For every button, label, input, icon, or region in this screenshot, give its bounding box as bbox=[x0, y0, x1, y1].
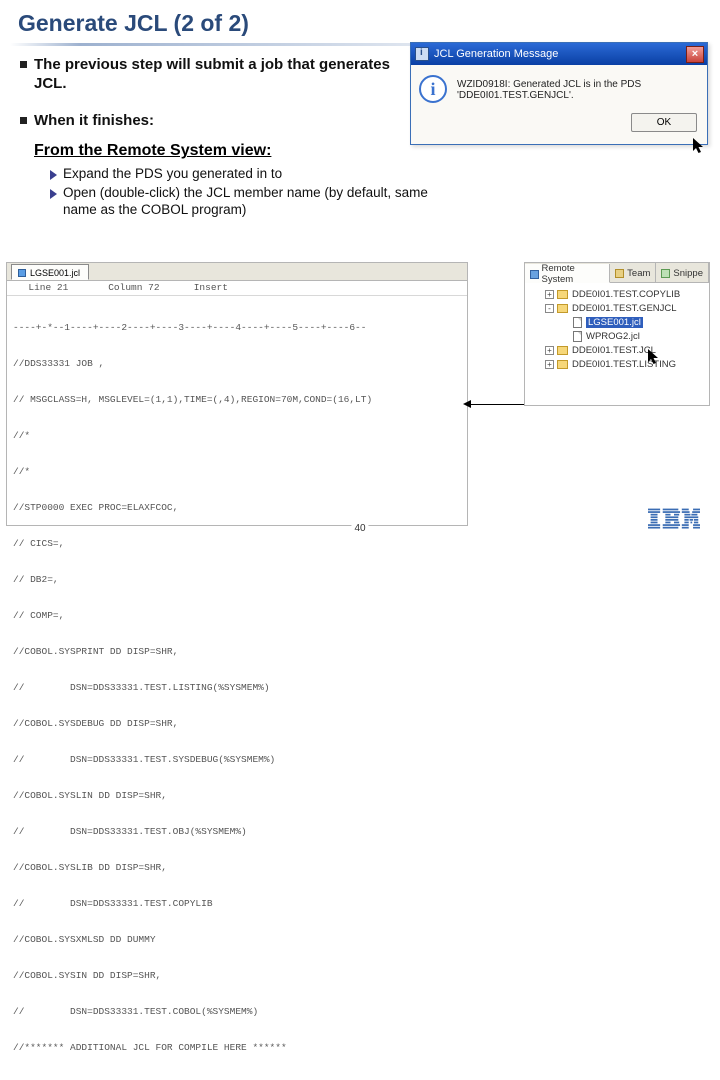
file-icon bbox=[573, 317, 582, 328]
tree-node-label: LGSE001.jcl bbox=[586, 317, 643, 328]
tree-expander[interactable]: - bbox=[545, 304, 554, 313]
tree-expander[interactable]: + bbox=[545, 360, 554, 369]
code-line: //COBOL.SYSLIN DD DISP=SHR, bbox=[13, 790, 461, 802]
code-line: // DSN=DDS33331.TEST.LISTING(%SYSMEM%) bbox=[13, 682, 461, 694]
bullet-square-icon bbox=[20, 61, 27, 68]
editor-status-line: Line 21 Column 72 Insert bbox=[7, 281, 467, 296]
code-line: //STP0000 EXEC PROC=ELAXFCOC, bbox=[13, 502, 461, 514]
editor-tab[interactable]: LGSE001.jcl bbox=[11, 264, 89, 280]
code-line: // DSN=DDS33331.TEST.OBJ(%SYSMEM%) bbox=[13, 826, 461, 838]
page-number: 40 bbox=[351, 523, 368, 534]
code-line: // COMP=, bbox=[13, 610, 461, 622]
editor-tab-label: LGSE001.jcl bbox=[30, 268, 80, 278]
tab-team[interactable]: Team bbox=[610, 263, 656, 282]
tree-expander[interactable]: + bbox=[545, 346, 554, 355]
relation-arrow bbox=[470, 404, 524, 405]
bullet-item: The previous step will submit a job that… bbox=[20, 56, 400, 94]
bullet-text: The previous step will submit a job that… bbox=[34, 56, 400, 94]
tab-remote-systems[interactable]: Remote System bbox=[525, 264, 610, 283]
sub-bullet-text: Open (double-click) the JCL member name … bbox=[63, 185, 430, 219]
dialog-message: WZID0918I: Generated JCL is in the PDS '… bbox=[457, 75, 699, 103]
arrow-bullet-icon bbox=[50, 189, 57, 199]
jcl-editor-panel: LGSE001.jcl Line 21 Column 72 Insert ---… bbox=[6, 262, 468, 526]
tab-label: Remote System bbox=[542, 263, 605, 285]
folder-icon bbox=[557, 360, 568, 369]
slide-title: Generate JCL (2 of 2) bbox=[0, 0, 720, 41]
tree-node[interactable]: LGSE001.jcl bbox=[531, 315, 709, 329]
file-icon bbox=[18, 269, 26, 277]
code-line: // DSN=DDS33331.TEST.SYSDEBUG(%SYSMEM%) bbox=[13, 754, 461, 766]
dialog-body: i WZID0918I: Generated JCL is in the PDS… bbox=[411, 65, 707, 109]
remote-tabbar: Remote System Team Snippe bbox=[525, 263, 709, 283]
dialog-title-icon bbox=[415, 47, 429, 61]
tree-node-label: DDE0I01.TEST.LISTING bbox=[572, 359, 676, 370]
code-line: //COBOL.SYSIN DD DISP=SHR, bbox=[13, 970, 461, 982]
code-line: //COBOL.SYSXMLSD DD DUMMY bbox=[13, 934, 461, 946]
tree-node-label: DDE0I01.TEST.COPYLIB bbox=[572, 289, 680, 300]
folder-icon bbox=[557, 304, 568, 313]
tree-expander[interactable]: + bbox=[545, 290, 554, 299]
arrow-bullet-icon bbox=[50, 170, 57, 180]
dialog-titlebar[interactable]: JCL Generation Message × bbox=[411, 43, 707, 65]
remote-tree[interactable]: + DDE0I01.TEST.COPYLIB - DDE0I01.TEST.GENJC… bbox=[525, 283, 709, 371]
bullet-text: When it finishes: bbox=[34, 112, 154, 131]
editor-ruler: ----+-*--1----+----2----+----3----+----4… bbox=[13, 322, 461, 334]
tab-label: Team bbox=[627, 268, 650, 279]
code-line: //COBOL.SYSDEBUG DD DISP=SHR, bbox=[13, 718, 461, 730]
tab-snippets[interactable]: Snippe bbox=[656, 263, 709, 282]
dialog-title-text: JCL Generation Message bbox=[434, 48, 558, 60]
tree-node-label: WPROG2.jcl bbox=[586, 331, 640, 342]
tree-node[interactable]: + DDE0I01.TEST.COPYLIB bbox=[531, 287, 709, 301]
tree-node-label: DDE0I01.TEST.JCL bbox=[572, 345, 656, 356]
file-icon bbox=[573, 331, 582, 342]
tree-node[interactable]: + DDE0I01.TEST.JCL bbox=[531, 343, 709, 357]
ok-button[interactable]: OK bbox=[631, 113, 697, 132]
code-line: //******* ADDITIONAL JCL FOR COMPILE HER… bbox=[13, 1042, 461, 1054]
sub-bullet-item: Expand the PDS you generated in to bbox=[50, 166, 430, 183]
snippets-icon bbox=[661, 269, 670, 278]
tab-label: Snippe bbox=[673, 268, 703, 279]
folder-icon bbox=[557, 290, 568, 299]
code-line: // DB2=, bbox=[13, 574, 461, 586]
bullet-square-icon bbox=[20, 117, 27, 124]
ibm-logo bbox=[648, 508, 700, 530]
sub-bullet-text: Expand the PDS you generated in to bbox=[63, 166, 282, 183]
sub-bullet-item: Open (double-click) the JCL member name … bbox=[50, 185, 430, 219]
generation-message-dialog: JCL Generation Message × i WZID0918I: Ge… bbox=[410, 42, 708, 145]
code-line: // MSGCLASS=H, MSGLEVEL=(1,1),TIME=(,4),… bbox=[13, 394, 461, 406]
code-line: // DSN=DDS33331.TEST.COBOL(%SYSMEM%) bbox=[13, 1006, 461, 1018]
code-line: // DSN=DDS33331.TEST.COPYLIB bbox=[13, 898, 461, 910]
info-icon: i bbox=[419, 75, 447, 103]
slide: Generate JCL (2 of 2) The previous step … bbox=[0, 0, 720, 540]
tree-node[interactable]: WPROG2.jcl bbox=[531, 329, 709, 343]
folder-icon bbox=[557, 346, 568, 355]
code-line: //* bbox=[13, 430, 461, 442]
editor-tabbar: LGSE001.jcl bbox=[7, 263, 467, 281]
tree-node[interactable]: - DDE0I01.TEST.GENJCL bbox=[531, 301, 709, 315]
team-icon bbox=[615, 269, 624, 278]
remote-icon bbox=[530, 270, 539, 279]
code-line: //COBOL.SYSLIB DD DISP=SHR, bbox=[13, 862, 461, 874]
dialog-button-row: OK bbox=[411, 109, 707, 144]
code-line: //DDS33331 JOB , bbox=[13, 358, 461, 370]
close-button[interactable]: × bbox=[686, 46, 704, 63]
tree-node[interactable]: + DDE0I01.TEST.LISTING bbox=[531, 357, 709, 371]
code-line: //* bbox=[13, 466, 461, 478]
tree-node-label: DDE0I01.TEST.GENJCL bbox=[572, 303, 677, 314]
bullet-item: When it finishes: bbox=[20, 112, 400, 131]
remote-systems-panel: Remote System Team Snippe + DDE0I01.TEST.… bbox=[524, 262, 710, 406]
editor-code-area[interactable]: ----+-*--1----+----2----+----3----+----4… bbox=[7, 296, 467, 1080]
code-line: //COBOL.SYSPRINT DD DISP=SHR, bbox=[13, 646, 461, 658]
